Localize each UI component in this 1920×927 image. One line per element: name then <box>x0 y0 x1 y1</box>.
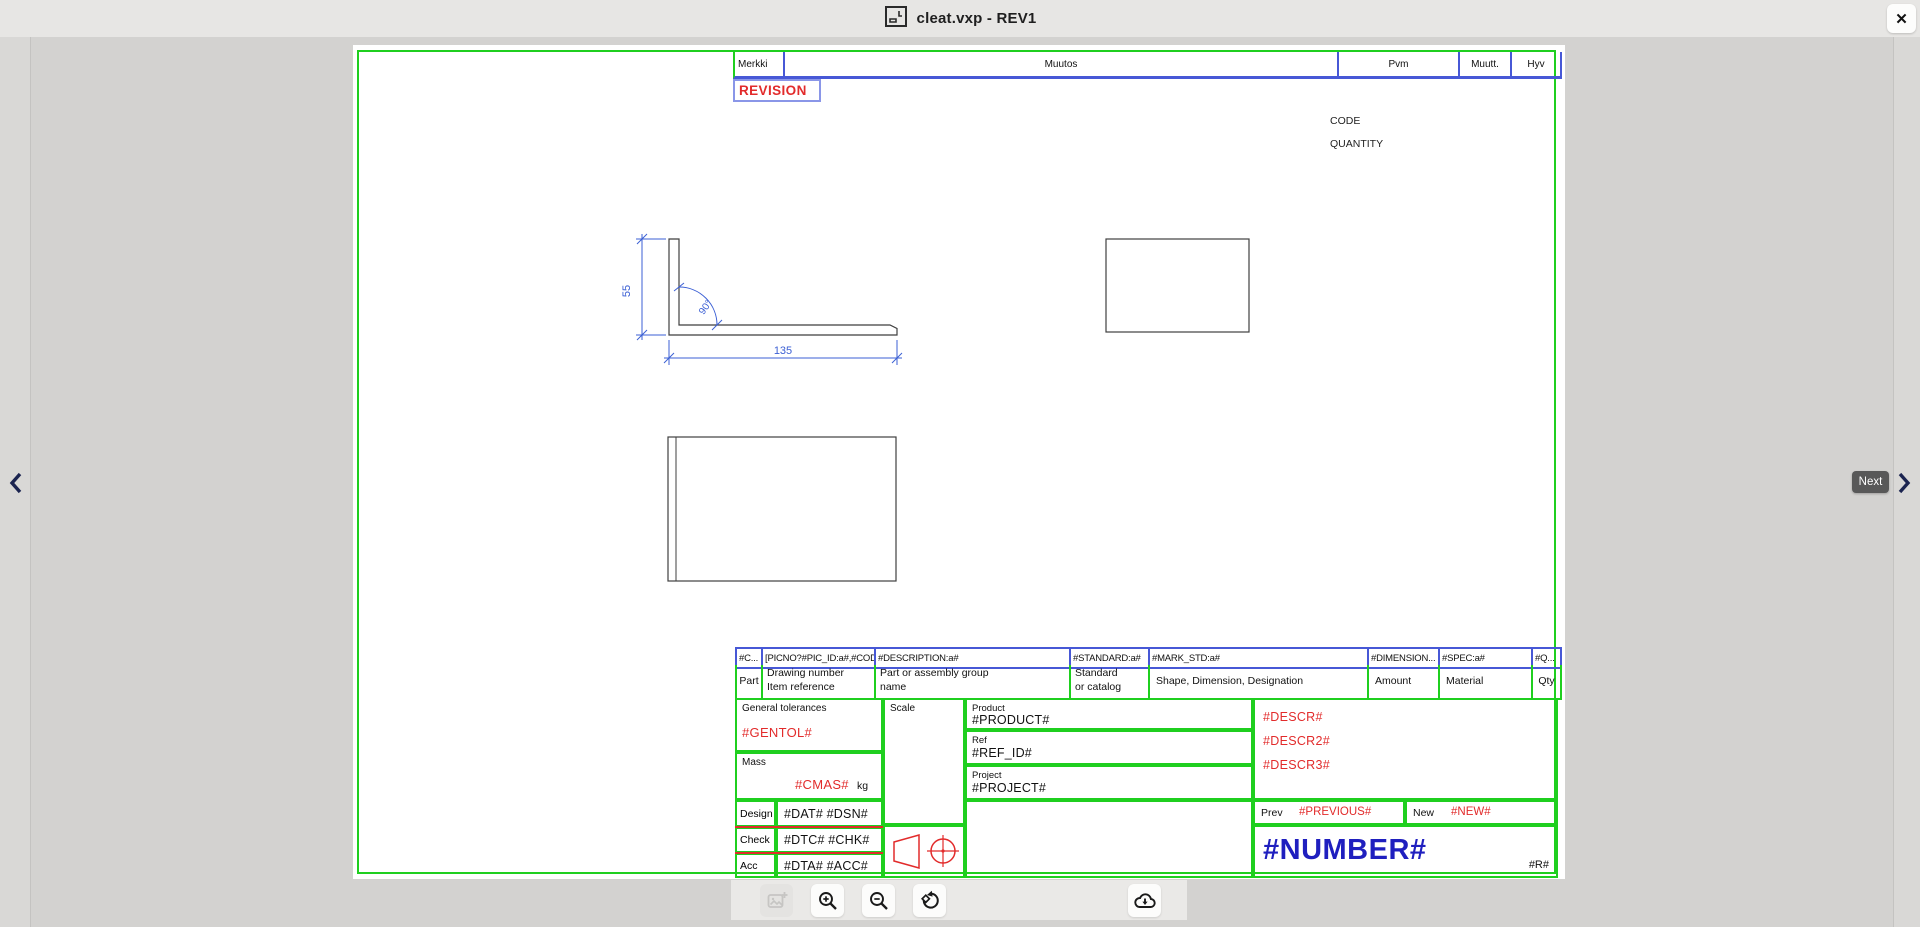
design-label-cell: Design <box>735 800 776 827</box>
title-bar: cleat.vxp - REV1 <box>0 0 1920 37</box>
parts-sub-cell: Qty <box>1533 665 1560 698</box>
scale-cell: Scale <box>883 698 965 825</box>
dimension-55 <box>636 234 666 340</box>
project-cell: Project #PROJECT# <box>965 765 1253 800</box>
prev-page-chevron-icon[interactable] <box>8 472 24 499</box>
cmas-value: #CMAS# <box>795 777 849 792</box>
check-label-cell: Check <box>735 827 776 853</box>
parts-sub-cell: Shape, Dimension, Designation <box>1150 665 1369 698</box>
drawing-page: 55 135 90° Merkki Muutos Pvm Muutt. H <box>353 45 1565 879</box>
general-tolerances-cell: General tolerances #GENTOL# <box>735 698 883 752</box>
revision-col-merkki: Merkki <box>735 52 785 76</box>
zoom-in-icon <box>817 890 838 911</box>
check-value-cell: #DTC# #CHK# <box>776 827 883 853</box>
parts-table-subheader: Part Drawing numberItem reference Part o… <box>735 665 1562 700</box>
revision-col-muutt: Muutt. <box>1460 52 1512 76</box>
parts-sub-cell: Drawing numberItem reference <box>763 665 876 698</box>
project-value: #PROJECT# <box>972 781 1046 795</box>
revision-col-pvm: Pvm <box>1339 52 1460 76</box>
red-separator <box>735 826 883 828</box>
ref-cell: Ref #REF_ID# <box>965 730 1253 765</box>
previous-value: #PREVIOUS# <box>1299 806 1371 818</box>
code-label: CODE <box>1330 115 1360 127</box>
product-cell: Product #PRODUCT# <box>965 698 1253 730</box>
ref-value: #REF_ID# <box>972 746 1032 760</box>
acc-value-cell: #DTA# #ACC# <box>776 853 883 878</box>
revision-col-hyv: Hyv <box>1512 52 1562 76</box>
reset-view-icon <box>919 890 940 911</box>
add-image-icon <box>766 890 788 912</box>
prev-cell: Prev #PREVIOUS# <box>1253 800 1405 825</box>
next-page-chevron-icon[interactable] <box>1896 472 1912 499</box>
add-image-button[interactable] <box>760 884 793 917</box>
new-cell: New #NEW# <box>1405 800 1558 825</box>
revision-stamp: REVISION <box>733 79 821 102</box>
parts-sub-cell: Part or assembly groupname <box>876 665 1071 698</box>
document-icon <box>884 5 908 33</box>
download-cloud-icon <box>1133 890 1157 912</box>
quantity-label: QUANTITY <box>1330 138 1383 150</box>
window-title: cleat.vxp - REV1 <box>917 10 1037 27</box>
parts-sub-cell: Amount <box>1369 665 1440 698</box>
dim-width-text: 135 <box>774 345 792 357</box>
side-view <box>1106 239 1249 332</box>
description-cell: #DESCR# #DESCR2# #DESCR3# <box>1253 698 1558 800</box>
next-button[interactable]: Next <box>1852 471 1889 493</box>
reset-view-button[interactable] <box>913 884 946 917</box>
number-value: #NUMBER# <box>1263 834 1427 867</box>
descr3-value: #DESCR3# <box>1263 758 1330 772</box>
dim-height-text: 55 <box>621 285 633 297</box>
revision-col-muutos: Muutos <box>785 52 1339 76</box>
descr2-value: #DESCR2# <box>1263 734 1330 748</box>
descr1-value: #DESCR# <box>1263 710 1323 724</box>
mass-unit: kg <box>857 780 868 792</box>
download-button[interactable] <box>1128 884 1161 917</box>
empty-cell <box>965 800 1253 878</box>
viewer-toolbar <box>731 880 1187 920</box>
zoom-out-button[interactable] <box>862 884 895 917</box>
projection-symbol-cell <box>883 825 965 878</box>
dim-angle-text: 90° <box>697 298 715 317</box>
acc-label-cell: Acc <box>735 853 776 878</box>
plan-view <box>668 437 896 581</box>
number-cell: #NUMBER# #R# <box>1253 825 1558 878</box>
parts-sub-cell: Material <box>1440 665 1533 698</box>
parts-sub-cell: Part <box>737 665 763 698</box>
zoom-in-button[interactable] <box>811 884 844 917</box>
product-value: #PRODUCT# <box>972 713 1050 727</box>
parts-sub-cell: Standardor catalog <box>1071 665 1150 698</box>
zoom-out-icon <box>868 890 889 911</box>
revision-ref-value: #R# <box>1529 859 1549 871</box>
projection-method-icon <box>885 827 963 876</box>
close-button[interactable]: ✕ <box>1887 4 1916 33</box>
dimension-90deg <box>674 283 722 330</box>
red-separator <box>735 852 883 854</box>
cleat-profile-view <box>669 239 897 335</box>
gentol-value: #GENTOL# <box>742 725 812 740</box>
design-value-cell: #DAT# #DSN# <box>776 800 883 827</box>
mass-cell: Mass #CMAS# kg <box>735 752 883 800</box>
revision-table: Merkki Muutos Pvm Muutt. Hyv <box>733 52 1562 79</box>
new-value: #NEW# <box>1451 806 1491 818</box>
